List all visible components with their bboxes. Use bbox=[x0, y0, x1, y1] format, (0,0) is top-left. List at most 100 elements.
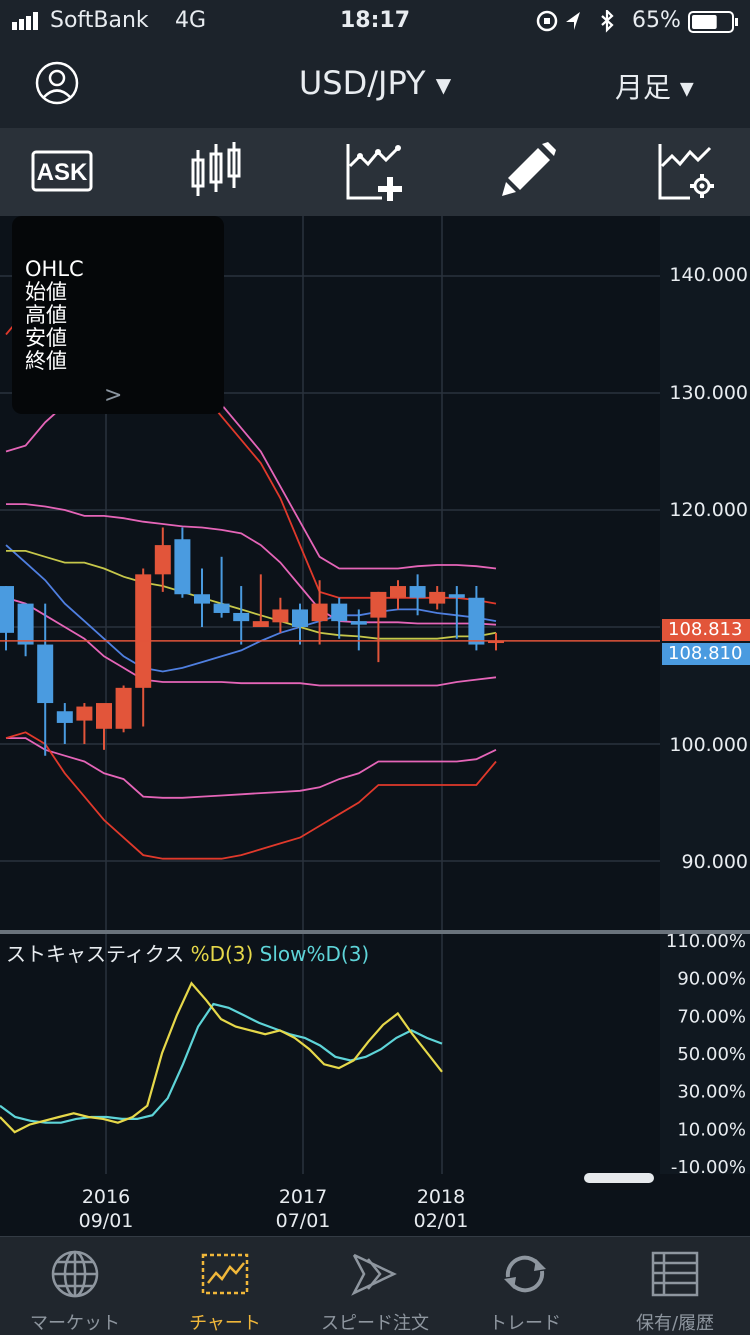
tab-label: 保有/履歴 bbox=[635, 1313, 715, 1334]
add-indicator-icon bbox=[346, 144, 402, 201]
candle-body bbox=[194, 594, 210, 604]
period-label: 月足 bbox=[615, 71, 672, 104]
battery-percent: 65% bbox=[632, 8, 681, 33]
status-bar: SoftBank 4G 18:17 65% bbox=[0, 0, 750, 42]
candle-body bbox=[331, 603, 348, 622]
candle-body bbox=[135, 574, 152, 688]
tab-bar: マーケット チャート スピード注文 トレード 保有/履歴 bbox=[0, 1236, 750, 1335]
stochastic-chart[interactable]: 110.00% 90.00% 70.00% 50.00% 30.00% 10.00% -10… bbox=[0, 934, 750, 1174]
trade-icon bbox=[504, 1255, 546, 1293]
stochastic-d-label: %D(3) bbox=[190, 942, 254, 966]
stochastic-axis-label: 90.00% bbox=[677, 969, 746, 990]
tab-label: スピード注文 bbox=[321, 1313, 429, 1334]
stochastic-axis-label: -10.00% bbox=[671, 1157, 746, 1174]
indicator-line bbox=[5, 544, 497, 673]
period-selector[interactable]: 月足 ▼ bbox=[615, 66, 694, 106]
chevron-down-icon: ▼ bbox=[679, 78, 694, 100]
candle-body bbox=[448, 594, 465, 598]
candle-body bbox=[370, 591, 387, 618]
tab-trade[interactable]: トレード bbox=[450, 1237, 600, 1335]
x-axis-label: 2016 09/01 bbox=[56, 1185, 156, 1233]
stochastic-axis-label: 70.00% bbox=[677, 1006, 746, 1027]
candlestick-button[interactable] bbox=[186, 140, 250, 204]
tab-history[interactable]: 保有/履歴 bbox=[600, 1237, 750, 1335]
ohlc-low: 安値 bbox=[25, 326, 67, 350]
stochastic-axis-label: 10.00% bbox=[677, 1119, 746, 1140]
candle-body bbox=[213, 603, 230, 613]
battery-icon bbox=[688, 11, 738, 33]
price-label: 130.000 bbox=[669, 382, 748, 404]
x-axis-date: 09/01 bbox=[78, 1210, 134, 1232]
x-axis-year: 2017 bbox=[278, 1186, 328, 1208]
price-label: 90.000 bbox=[681, 851, 748, 873]
ohlc-panel[interactable]: OHLC 始値 高値 安値 終値 > bbox=[12, 216, 224, 414]
candle-body bbox=[154, 545, 171, 575]
x-axis-year: 2018 bbox=[416, 1186, 466, 1208]
tab-speed-order[interactable]: スピード注文 bbox=[300, 1237, 450, 1335]
currency-pair: USD/JPY bbox=[298, 64, 426, 102]
globe-icon bbox=[51, 1250, 99, 1298]
indicator-settings-icon bbox=[658, 144, 714, 200]
candle-body bbox=[0, 586, 14, 633]
candle-body bbox=[311, 603, 328, 622]
x-axis-date: 07/01 bbox=[275, 1210, 331, 1232]
price-label: 140.000 bbox=[669, 264, 748, 286]
candle-body bbox=[429, 591, 446, 604]
price-label: 120.000 bbox=[669, 499, 748, 521]
indicator-line bbox=[6, 503, 497, 626]
candle-body bbox=[409, 586, 426, 598]
price-axis bbox=[660, 216, 750, 930]
pencil-icon bbox=[502, 142, 556, 196]
candle-body bbox=[272, 609, 289, 623]
candle-body bbox=[76, 706, 93, 721]
add-indicator-button[interactable] bbox=[342, 140, 406, 204]
tab-label: チャート bbox=[189, 1313, 261, 1334]
header: USD/JPY ▼ 月足 ▼ bbox=[0, 42, 750, 128]
tab-chart[interactable]: チャート bbox=[150, 1237, 300, 1335]
candle-body bbox=[252, 621, 269, 627]
stochastic-axis-label: 30.00% bbox=[677, 1082, 746, 1103]
candle-body bbox=[37, 644, 54, 704]
candle-body bbox=[174, 539, 191, 595]
indicator-settings-button[interactable] bbox=[654, 140, 718, 204]
stochastic-axis-label: 50.00% bbox=[677, 1044, 746, 1065]
stochastic-axis-label: 110.00% bbox=[666, 934, 746, 952]
ask-price-tag: 108.813 bbox=[662, 619, 750, 641]
tab-label: マーケット bbox=[30, 1313, 120, 1334]
indicator-line bbox=[5, 731, 497, 860]
chart-icon bbox=[201, 1253, 249, 1295]
candle-body bbox=[350, 621, 367, 625]
speed-order-icon bbox=[351, 1253, 397, 1296]
candle-body bbox=[96, 703, 112, 729]
status-icons bbox=[536, 10, 614, 33]
chart-toolbar: ASK bbox=[0, 128, 750, 216]
chevron-right-icon[interactable]: > bbox=[104, 384, 122, 407]
candle-body bbox=[390, 586, 406, 598]
indicator-line bbox=[6, 737, 497, 799]
candle-body bbox=[292, 609, 308, 627]
stochastic-title: ストキャスティクス %D(3) Slow%D(3) bbox=[6, 938, 369, 967]
x-axis-label: 2017 07/01 bbox=[253, 1185, 353, 1233]
candle-body bbox=[115, 687, 132, 729]
ohlc-open: 始値 bbox=[25, 280, 67, 304]
history-icon bbox=[651, 1251, 699, 1297]
ohlc-high: 高値 bbox=[25, 303, 67, 327]
price-label: 100.000 bbox=[669, 734, 748, 756]
ohlc-title: OHLC bbox=[25, 257, 84, 281]
tab-market[interactable]: マーケット bbox=[0, 1237, 150, 1335]
ohlc-close: 終値 bbox=[25, 349, 67, 373]
scroll-handle[interactable] bbox=[584, 1173, 654, 1183]
draw-button[interactable] bbox=[498, 140, 562, 204]
candle-body bbox=[56, 711, 73, 723]
stochastic-slow-line bbox=[0, 1002, 443, 1124]
candle-body bbox=[233, 612, 250, 622]
chevron-down-icon: ▼ bbox=[435, 73, 452, 97]
ohlc-lines: OHLC 始値 高値 安値 終値 bbox=[25, 258, 84, 373]
stochastic-slow-label: Slow%D(3) bbox=[259, 942, 370, 966]
candle-body bbox=[468, 597, 485, 645]
ask-button[interactable]: ASK bbox=[30, 140, 94, 204]
ask-label: ASK bbox=[37, 159, 88, 186]
x-axis-year: 2016 bbox=[81, 1186, 131, 1208]
bid-price-tag: 108.810 bbox=[662, 643, 750, 665]
candle-body bbox=[17, 603, 34, 645]
